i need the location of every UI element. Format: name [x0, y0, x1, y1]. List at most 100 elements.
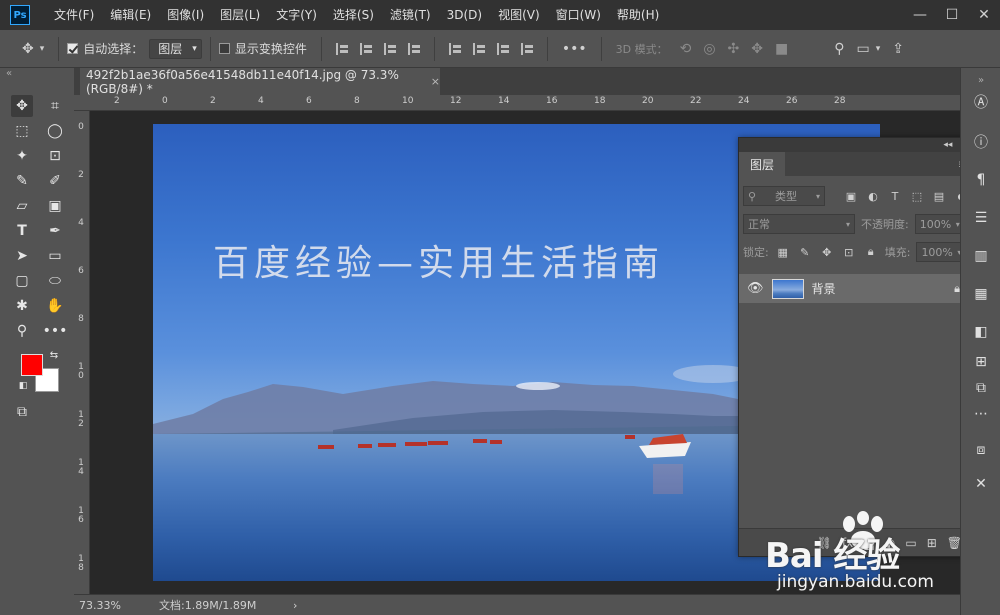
swatches-icon[interactable]: ▦	[971, 284, 991, 304]
zoom-level[interactable]: 73.33%	[79, 599, 159, 612]
menu-select[interactable]: 选择(S)	[325, 0, 382, 30]
marquee-tool-icon[interactable]: ⬚	[11, 120, 33, 142]
brush-tool-icon[interactable]: ✐	[44, 170, 66, 192]
align-right-icon[interactable]	[383, 42, 396, 55]
filter-smart-object-icon[interactable]: ▤	[931, 188, 947, 204]
tool-preset-chevron-icon[interactable]: ▾	[40, 44, 45, 54]
more-tools-icon[interactable]: •••	[43, 320, 68, 342]
custom-shape-tool-icon[interactable]: ✱	[11, 295, 33, 317]
info-icon[interactable]: ✕	[971, 474, 991, 494]
align-top-icon[interactable]	[448, 42, 461, 55]
history-icon[interactable]: Ⓐ	[971, 92, 991, 112]
filter-kind-dropdown[interactable]: ⚲ 类型 ▾	[743, 186, 825, 206]
3d-roll-icon[interactable]: ◎	[703, 41, 715, 57]
3d-slide-icon[interactable]: ✥	[751, 41, 763, 57]
align-vertical-center-icon[interactable]	[472, 42, 485, 55]
path-selection-tool-icon[interactable]: ➤	[11, 245, 33, 267]
menu-edit[interactable]: 编辑(E)	[102, 0, 159, 30]
3d-camera-icon[interactable]: ■	[775, 41, 788, 57]
foreground-color-swatch[interactable]	[21, 354, 43, 376]
expand-panels-icon[interactable]: »	[971, 70, 991, 90]
align-left-icon[interactable]	[335, 42, 348, 55]
eyedropper-tool-icon[interactable]: ✎	[11, 170, 33, 192]
blend-mode-dropdown[interactable]: 正常 ▾	[743, 214, 855, 234]
menu-file[interactable]: 文件(F)	[46, 0, 102, 30]
magic-wand-tool-icon[interactable]: ✦	[11, 145, 33, 167]
ellipse-tool-icon[interactable]: ⬭	[44, 270, 66, 292]
channels-icon[interactable]: ⧉	[971, 378, 991, 398]
minimize-button[interactable]: —	[904, 0, 936, 30]
quick-mask-icon[interactable]: ⧉	[11, 401, 33, 423]
paragraph-icon[interactable]: ¶	[971, 170, 991, 190]
ruler-tick-label: 12	[450, 96, 462, 106]
character-icon[interactable]: ⓘ	[971, 132, 991, 152]
menu-layer[interactable]: 图层(L)	[212, 0, 268, 30]
menu-3d[interactable]: 3D(D)	[439, 0, 490, 30]
pen-tool-icon[interactable]: ✒	[44, 220, 66, 242]
tab-layers[interactable]: 图层	[739, 152, 785, 176]
properties-icon[interactable]: ☰	[971, 208, 991, 228]
close-window-button[interactable]: ✕	[968, 0, 1000, 30]
share-icon[interactable]: ⇪	[892, 41, 904, 57]
type-tool-icon[interactable]: T	[11, 220, 33, 242]
lasso-tool-icon[interactable]: ◯	[44, 120, 66, 142]
lock-pixels-icon[interactable]: ✎	[797, 244, 813, 260]
lock-artboard-icon[interactable]: ⊡	[841, 244, 857, 260]
move-tool-icon[interactable]: ✥	[11, 95, 33, 117]
crop-tool-icon[interactable]: ⊡	[44, 145, 66, 167]
gradient-tool-icon[interactable]: ▣	[44, 195, 66, 217]
menu-image[interactable]: 图像(I)	[159, 0, 212, 30]
rounded-rect-tool-icon[interactable]: ▢	[11, 270, 33, 292]
zoom-tool-icon[interactable]: ⚲	[11, 320, 33, 342]
swap-colors-icon[interactable]: ⇆	[47, 348, 61, 362]
distribute-vertical-icon[interactable]	[520, 42, 533, 55]
separator	[209, 36, 211, 61]
filter-pixel-icon[interactable]: ▣	[843, 188, 859, 204]
libraries-icon[interactable]: ⊞	[971, 352, 991, 372]
lock-position-icon[interactable]: ✥	[819, 244, 835, 260]
lock-all-icon[interactable]: 🔒︎	[863, 244, 879, 260]
auto-select-target-dropdown[interactable]: 图层 ▾	[149, 38, 202, 59]
lock-transparent-icon[interactable]: ▦	[775, 244, 791, 260]
paths-icon[interactable]: ⋯	[971, 404, 991, 424]
horizontal-ruler: 2 0 2 4 6 8 10 12 14 16 18 20 22 24 26 28	[74, 95, 960, 111]
maximize-button[interactable]: ☐	[936, 0, 968, 30]
document-tab[interactable]: 492f2b1ae36f0a56e41548db11e40f14.jpg @ 7…	[80, 68, 440, 96]
artboard-tool-icon[interactable]: ⌗	[44, 95, 66, 117]
distribute-icon[interactable]	[407, 42, 420, 55]
auto-select-checkbox[interactable]	[67, 43, 79, 54]
menu-type[interactable]: 文字(Y)	[268, 0, 325, 30]
filter-shape-icon[interactable]: ⬚	[909, 188, 925, 204]
opacity-field[interactable]: 100% ▾	[914, 214, 965, 234]
menu-window[interactable]: 窗口(W)	[548, 0, 609, 30]
more-options-button[interactable]: •••	[562, 41, 587, 57]
menu-filter[interactable]: 滤镜(T)	[382, 0, 439, 30]
menu-view[interactable]: 视图(V)	[490, 0, 548, 30]
eraser-tool-icon[interactable]: ▱	[11, 195, 33, 217]
default-colors-icon[interactable]: ◧	[17, 380, 29, 392]
3d-pan-icon[interactable]: ✣	[728, 41, 740, 57]
layer-row[interactable]: 👁︎ 背景 🔒︎	[739, 274, 974, 303]
workspace-icon[interactable]: ▭	[857, 41, 870, 57]
3d-orbit-icon[interactable]: ⟲	[680, 41, 692, 57]
move-tool-icon[interactable]: ✥	[22, 41, 34, 57]
close-tab-icon[interactable]: ×	[431, 75, 440, 88]
adjustments-icon[interactable]: ◧	[971, 322, 991, 342]
align-bottom-icon[interactable]	[496, 42, 509, 55]
layer-name[interactable]: 背景	[812, 280, 836, 297]
collapse-panel-icon[interactable]: ◂◂	[943, 140, 952, 150]
status-menu-arrow[interactable]: ›	[293, 599, 297, 612]
brush-settings-icon[interactable]: ▥	[971, 246, 991, 266]
hand-tool-icon[interactable]: ✋	[44, 295, 66, 317]
actions-icon[interactable]: ⧈	[971, 440, 991, 460]
align-horizontal-center-icon[interactable]	[359, 42, 372, 55]
rectangle-tool-icon[interactable]: ▭	[44, 245, 66, 267]
search-icon[interactable]: ⚲	[834, 41, 844, 57]
workspace-chevron-icon[interactable]: ▾	[876, 44, 881, 54]
menu-help[interactable]: 帮助(H)	[609, 0, 667, 30]
visibility-eye-icon[interactable]: 👁︎	[747, 281, 764, 296]
show-transform-checkbox[interactable]	[218, 43, 230, 54]
filter-type-icon[interactable]: T	[887, 188, 903, 204]
filter-adjustment-icon[interactable]: ◐	[865, 188, 881, 204]
fill-field[interactable]: 100% ▾	[916, 242, 967, 262]
